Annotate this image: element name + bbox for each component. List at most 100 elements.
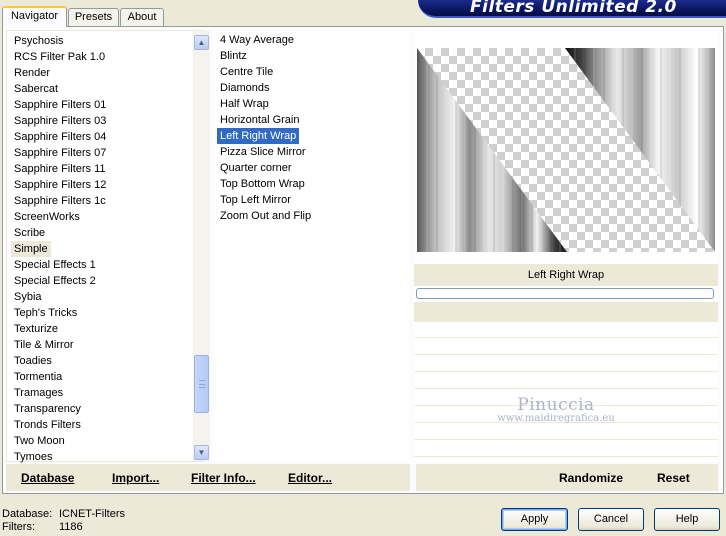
preview-panel: Left Right Wrap Pinuccia www.maidiregraf… [414,30,718,462]
parameter-row [414,441,718,457]
category-item[interactable]: Transparency [11,401,109,417]
category-item-row: Texturize [11,321,109,337]
category-item[interactable]: Render [11,65,109,81]
tab-presets[interactable]: Presets [68,8,119,26]
category-item-row: Sapphire Filters 11 [11,161,109,177]
category-item[interactable]: Special Effects 2 [11,273,109,289]
category-item[interactable]: Sapphire Filters 01 [11,97,109,113]
randomize-button[interactable]: Randomize [559,471,623,485]
category-item[interactable]: Toadies [11,353,109,369]
category-item[interactable]: Teph's Tricks [11,305,109,321]
preview-filter-name: Left Right Wrap [414,264,718,286]
tab-about[interactable]: About [120,8,164,26]
category-item[interactable]: Tramages [11,385,109,401]
help-button[interactable]: Help [654,508,720,531]
category-item-row: Tile & Mirror [11,337,109,353]
filter-item-row: 4 Way Average [217,32,314,48]
watermark-title: Pinuccia [517,395,595,415]
filter-item[interactable]: Centre Tile [217,64,314,80]
parameter-row [414,424,718,440]
category-item-row: Sybia [11,289,109,305]
category-item-row: Sapphire Filters 12 [11,177,109,193]
status-filters-label: Filters: [2,521,35,533]
filter-item[interactable]: Zoom Out and Flip [217,208,314,224]
category-item[interactable]: Tormentia [11,369,109,385]
category-list[interactable]: Psychosis RCS Filter Pak 1.0 Render Saberca… [6,30,210,465]
category-item[interactable]: Sapphire Filters 11 [11,161,109,177]
category-item[interactable]: Sapphire Filters 03 [11,113,109,129]
status-database: Database: ICNET-Filters [2,508,125,521]
category-item[interactable]: Sapphire Filters 07 [11,145,109,161]
category-item-row: Tronds Filters [11,417,109,433]
filter-info-button[interactable]: Filter Info... [191,471,256,485]
category-scrollbar[interactable]: ▲ ▼ [193,31,210,461]
category-item-row: Tramages [11,385,109,401]
scroll-down-button[interactable]: ▼ [194,445,209,460]
filter-item-row: Half Wrap [217,96,314,112]
status-filters: Filters: 1186 [2,521,83,534]
import-button[interactable]: Import... [112,471,159,485]
filter-item-row: Top Left Mirror [217,192,314,208]
category-item[interactable]: ScreenWorks [11,209,109,225]
status-filters-value: 1186 [59,521,83,533]
category-item[interactable]: Scribe [11,225,109,241]
category-item-row: Scribe [11,225,109,241]
category-item[interactable]: Psychosis [11,33,109,49]
category-item[interactable]: Sapphire Filters 1c [11,193,109,209]
app-title: Filters Unlimited 2.0 [470,0,677,17]
status-database-value: ICNET-Filters [59,508,125,520]
category-item-row: Sapphire Filters 1c [11,193,109,209]
watermark-url: www.maidiregrafica.eu [497,413,615,424]
tab-navigator[interactable]: Navigator [2,6,67,27]
filter-item[interactable]: Quarter corner [217,160,314,176]
scroll-up-button[interactable]: ▲ [194,35,209,50]
category-item-row: Sapphire Filters 01 [11,97,109,113]
filter-preview-image [417,48,715,252]
reset-button[interactable]: Reset [657,471,690,485]
category-item[interactable]: Simple [11,241,51,257]
category-item[interactable]: Sapphire Filters 12 [11,177,109,193]
scrollbar-thumb[interactable] [194,355,209,413]
category-item[interactable]: Tymoes [11,449,109,465]
filter-item[interactable]: Half Wrap [217,96,314,112]
category-item[interactable]: RCS Filter Pak 1.0 [11,49,109,65]
filter-item-row: Diamonds [217,80,314,96]
category-item[interactable]: Sabercat [11,81,109,97]
filter-item[interactable]: Left Right Wrap [217,128,300,144]
parameter-row [414,339,718,355]
category-item-row: Simple [11,241,109,257]
category-item[interactable]: Sybia [11,289,109,305]
category-item[interactable]: Sapphire Filters 04 [11,129,109,145]
filter-item[interactable]: Pizza Slice Mirror [217,144,314,160]
editor-button[interactable]: Editor... [288,471,332,485]
category-item-row: Sapphire Filters 07 [11,145,109,161]
category-item[interactable]: Special Effects 1 [11,257,109,273]
category-item-row: Special Effects 2 [11,273,109,289]
filter-item[interactable]: Horizontal Grain [217,112,314,128]
filter-item[interactable]: 4 Way Average [217,32,314,48]
parameter-area [414,302,718,322]
category-item-row: ScreenWorks [11,209,109,225]
database-button[interactable]: Database [21,471,74,485]
category-item-row: Sapphire Filters 03 [11,113,109,129]
filter-item-row: Pizza Slice Mirror [217,144,314,160]
filter-item[interactable]: Blintz [217,48,314,64]
filter-item-row: Left Right Wrap [217,128,314,144]
cancel-button[interactable]: Cancel [578,508,644,531]
filter-item[interactable]: Top Bottom Wrap [217,176,314,192]
filter-list[interactable]: 4 Way Average Blintz Centre Tile Diamonds Ha… [213,30,409,462]
category-item-row: Special Effects 1 [11,257,109,273]
apply-button[interactable]: Apply [501,508,568,531]
filter-item-row: Blintz [217,48,314,64]
filter-item[interactable]: Top Left Mirror [217,192,314,208]
category-items: Psychosis RCS Filter Pak 1.0 Render Saberca… [11,33,109,465]
category-item-row: Tymoes [11,449,109,465]
category-item[interactable]: Tronds Filters [11,417,109,433]
category-item-row: Tormentia [11,369,109,385]
category-item-row: Teph's Tricks [11,305,109,321]
category-item[interactable]: Two Moon [11,433,109,449]
category-item[interactable]: Tile & Mirror [11,337,109,353]
filter-item[interactable]: Diamonds [217,80,314,96]
preview-image-left [417,48,567,252]
category-item[interactable]: Texturize [11,321,109,337]
